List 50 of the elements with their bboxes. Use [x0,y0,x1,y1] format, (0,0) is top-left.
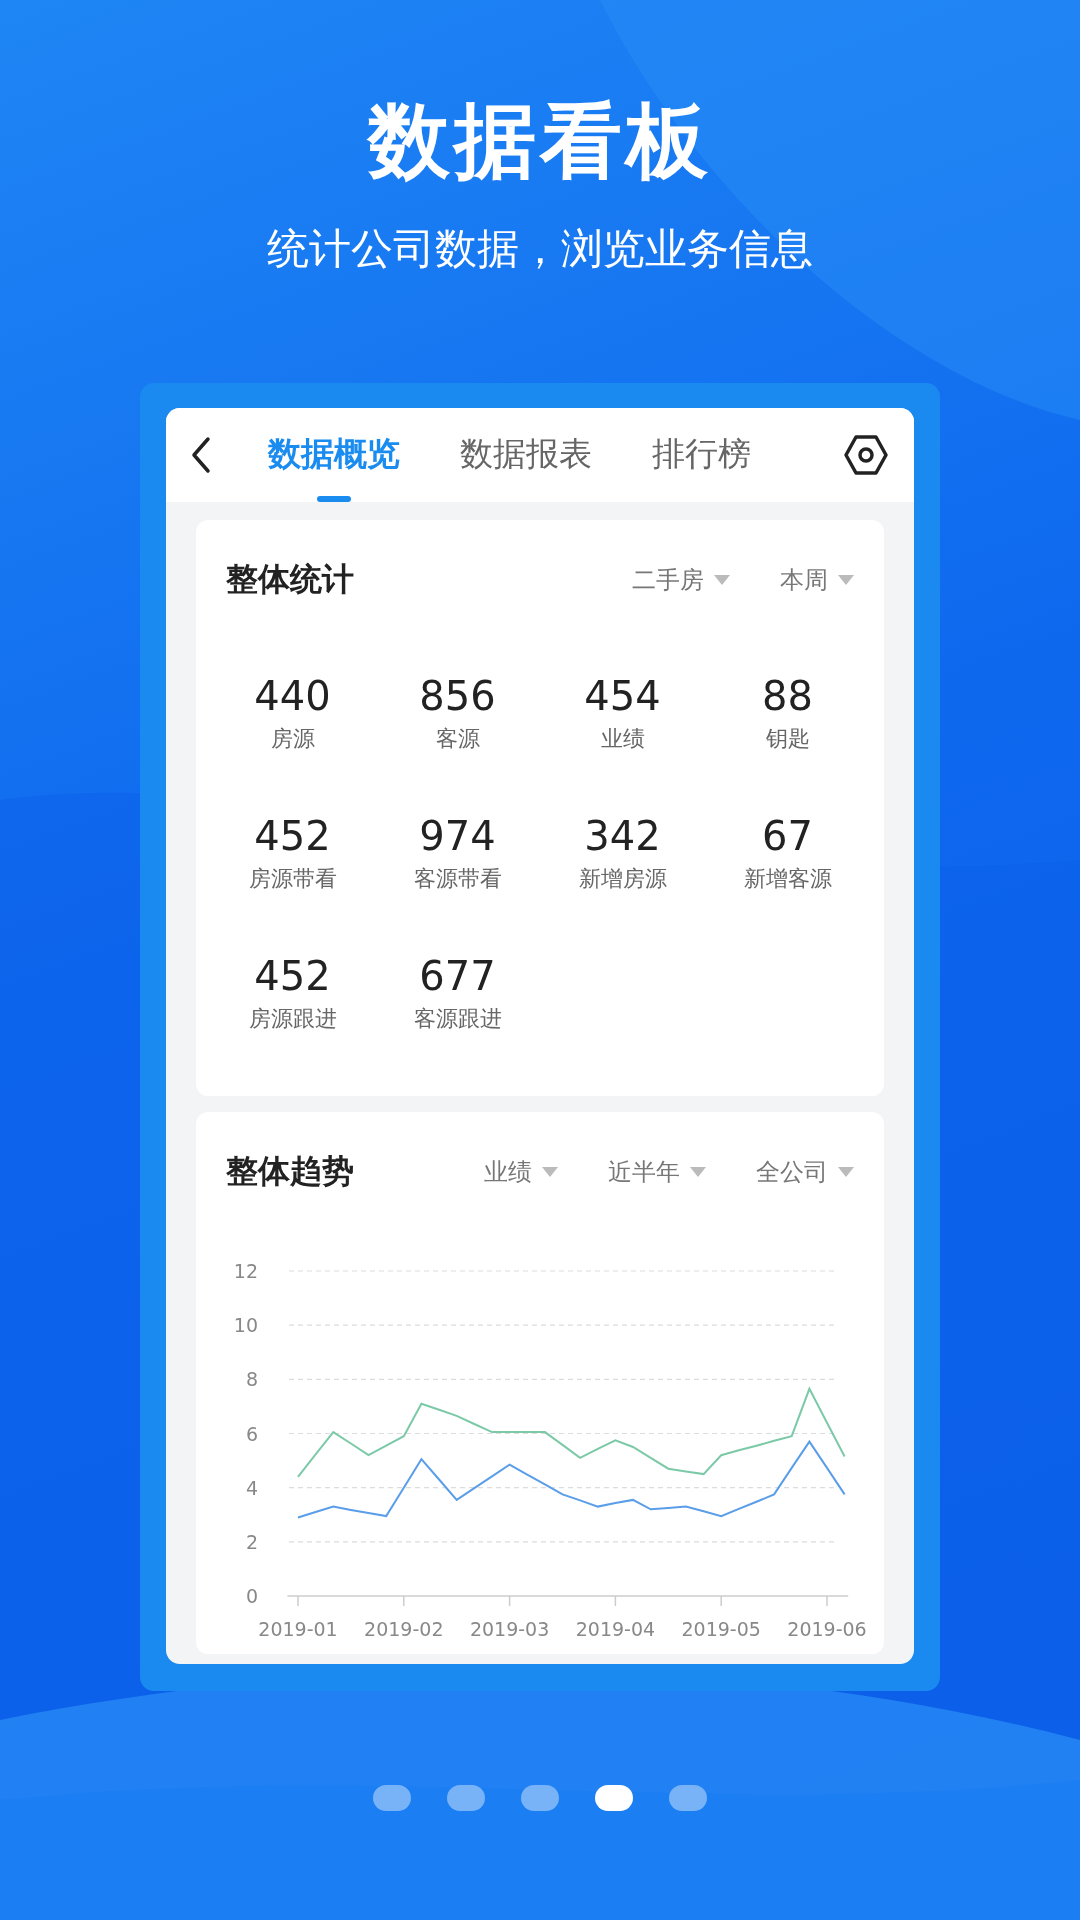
stat-label: 钥匙 [765,724,810,753]
tab[interactable]: 数据报表 [460,407,592,502]
stat-value: 856 [419,673,496,718]
caret-icon [542,1166,558,1177]
stat-value: 88 [762,673,813,718]
axis-label: 10 [233,1313,258,1336]
headline: 数据看板 [368,92,712,190]
stat-label: 新增房源 [578,864,667,893]
stat-value: 974 [419,813,496,858]
stat-label: 客源 [435,724,480,753]
caret-icon [838,1166,854,1177]
axis-label: 4 [245,1476,258,1499]
filter-dropdown[interactable]: 本周 [780,563,854,596]
stat-label: 新增客源 [743,864,832,893]
axis-label: 12 [233,1259,258,1282]
stat-label: 客源跟进 [413,1004,502,1033]
caret-icon [838,574,854,585]
stat-label: 房源跟进 [248,1004,337,1033]
stat-value: 454 [584,673,661,718]
stat-label: 客源带看 [413,864,502,893]
subheadline: 统计公司数据，浏览业务信息 [267,224,813,275]
tab[interactable]: 排行榜 [652,407,751,502]
caret-icon [714,574,730,585]
axis-label: 2019-02 [364,1617,444,1640]
stat-value: 677 [419,953,496,998]
stat-value: 452 [254,813,331,858]
axis-label: 2019-06 [787,1617,867,1640]
card-title: 整体统计 [226,558,355,600]
stat-label: 房源 [270,724,315,753]
filter-dropdown[interactable]: 二手房 [632,563,730,596]
stat-value: 452 [254,953,331,998]
stat-label: 业绩 [600,724,645,753]
stat-value: 67 [762,813,813,858]
filter-dropdown[interactable]: 全公司 [756,1155,854,1188]
axis-label: 2019-03 [469,1617,550,1640]
axis-label: 6 [245,1422,258,1445]
tab[interactable]: 数据概览 [268,407,400,502]
stat-value: 342 [584,813,661,858]
card-title: 整体趋势 [226,1150,355,1192]
filter-dropdown[interactable]: 近半年 [608,1155,706,1188]
stat-label: 房源带看 [248,864,337,893]
filter-dropdown[interactable]: 业绩 [484,1155,558,1188]
axis-label: 0 [245,1584,258,1607]
axis-label: 2 [245,1530,258,1553]
axis-label: 2019-05 [681,1617,761,1640]
axis-label: 2019-04 [575,1617,656,1640]
caret-icon [690,1166,706,1177]
axis-label: 2019-01 [258,1617,338,1640]
axis-label: 8 [245,1368,258,1391]
stat-value: 440 [254,673,331,718]
